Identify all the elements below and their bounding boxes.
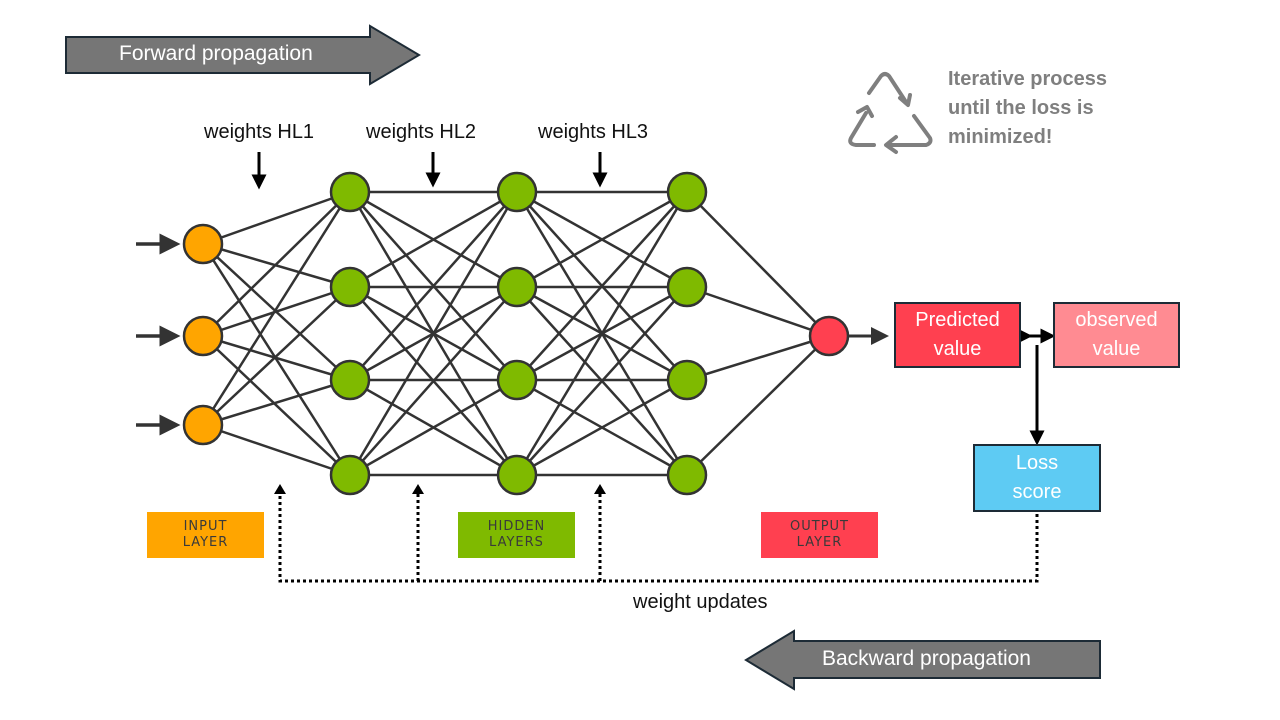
node-hidden3-1	[666, 266, 708, 308]
loss-line-1: Loss	[1015, 452, 1059, 474]
legend-input-line-1: INPUT	[183, 519, 228, 534]
weight-updates-label: weight updates	[633, 591, 768, 613]
node-hidden3-3	[666, 454, 708, 496]
recycle-icon	[848, 72, 933, 154]
node-hidden1-1	[329, 266, 371, 308]
forward-propagation-label: Forward propagation	[119, 42, 313, 65]
node-hidden1-2	[329, 359, 371, 401]
loss-score-box: Loss score	[973, 444, 1101, 512]
observed-line-1: observed	[1075, 309, 1158, 331]
weights-hl1-label: weights HL1	[204, 121, 315, 143]
legend-output-line-2: LAYER	[796, 535, 843, 550]
weights-hl3-label: weights HL3	[538, 121, 649, 143]
edge-input-2-hidden1-2	[202, 378, 351, 427]
iterative-line-3: minimized!	[948, 126, 1053, 148]
iterative-line-2: until the loss is	[948, 97, 1094, 119]
update-arrowhead-1	[274, 484, 286, 494]
legend-hidden-line-1: HIDDEN	[487, 519, 546, 534]
legend-output-line-1: OUTPUT	[790, 519, 849, 534]
node-input-0	[182, 223, 224, 265]
iterative-note: Iterative process until the loss is mini…	[948, 65, 1107, 152]
edge-input-2-hidden1-3	[202, 423, 351, 477]
node-hidden2-3	[496, 454, 538, 496]
node-input-2	[182, 404, 224, 446]
loss-line-2: score	[1012, 481, 1062, 503]
legend-input-line-2: LAYER	[182, 535, 229, 550]
iterative-line-1: Iterative process	[948, 68, 1107, 90]
network-nodes	[182, 171, 850, 496]
predicted-line-2: value	[933, 338, 982, 360]
legend-hidden-layers: HIDDEN LAYERS	[458, 512, 575, 558]
weights-hl2-label: weights HL2	[366, 121, 477, 143]
edge-hidden3-0-output-0	[686, 191, 830, 337]
node-hidden1-3	[329, 454, 371, 496]
weight-update-path	[278, 494, 1039, 583]
node-hidden2-1	[496, 266, 538, 308]
node-hidden2-2	[496, 359, 538, 401]
node-hidden2-0	[496, 171, 538, 213]
edge-hidden3-1-output-0	[686, 285, 830, 338]
legend-hidden-line-2: LAYERS	[489, 535, 544, 550]
update-arrowhead-3	[594, 484, 606, 494]
edge-input-0-hidden1-0	[202, 190, 351, 246]
predicted-value-box: Predicted value	[894, 302, 1021, 368]
network-edges	[201, 190, 830, 477]
update-arrowhead-2	[412, 484, 424, 494]
legend-output-layer: OUTPUT LAYER	[761, 512, 878, 558]
backward-propagation-label: Backward propagation	[822, 647, 1031, 670]
predicted-line-1: Predicted	[915, 309, 1000, 331]
legend-input-layer: INPUT LAYER	[147, 512, 264, 558]
node-hidden3-2	[666, 359, 708, 401]
input-arrows	[136, 233, 181, 436]
observed-value-box: observed value	[1053, 302, 1180, 368]
node-input-1	[182, 315, 224, 357]
node-hidden1-0	[329, 171, 371, 213]
edge-input-1-hidden1-1	[202, 285, 351, 338]
node-output-0	[808, 315, 850, 357]
observed-line-2: value	[1092, 338, 1141, 360]
node-hidden3-0	[666, 171, 708, 213]
